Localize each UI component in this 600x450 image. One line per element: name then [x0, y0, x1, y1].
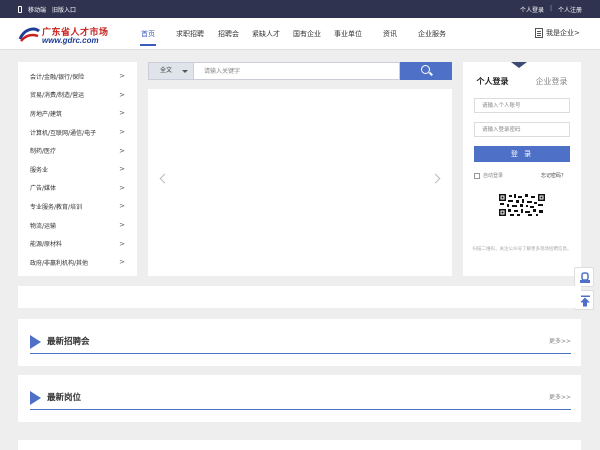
category-item[interactable]: 会计/金融/银行/保险 >: [18, 67, 137, 86]
nav-item-home[interactable]: 首页: [135, 18, 161, 50]
qr-tip-text: 扫描二维码，关注公众号了解更多现场招聘信息。: [472, 247, 572, 252]
nav-item-enterprise-service[interactable]: 企业服务: [412, 18, 452, 50]
forgot-password-link[interactable]: 忘记密码？: [541, 172, 566, 179]
section-divider: [30, 353, 571, 354]
chevron-right-icon: >: [119, 72, 125, 81]
section-title: 最新招聘会: [47, 337, 90, 347]
section-marker-icon: [30, 391, 41, 405]
top-bar: 移动端 旧版入口 个人登录 | 个人注册: [0, 0, 600, 18]
search-icon: [421, 65, 430, 74]
chevron-right-icon: >: [119, 239, 125, 248]
category-label: 房地产/建筑: [30, 110, 63, 118]
chevron-right-icon: >: [119, 109, 125, 118]
mobile-icon: [18, 6, 22, 13]
old-version-link[interactable]: 旧版入口: [52, 5, 76, 14]
company-entry-label: 我是企业>: [546, 29, 580, 37]
chevron-right-icon: >: [119, 90, 125, 99]
tab-company-login[interactable]: 企业登录: [536, 76, 568, 87]
chevron-right-icon: >: [119, 258, 125, 267]
nav-item-job-fair[interactable]: 招聘会: [212, 18, 245, 50]
search-scope-select[interactable]: 全文: [148, 62, 194, 80]
company-entry-button[interactable]: 我是企业>: [535, 28, 580, 38]
next-section: [18, 440, 581, 450]
category-item[interactable]: 制药/医疗 >: [18, 141, 137, 160]
chevron-right-icon: >: [119, 146, 125, 155]
headset-icon: [580, 272, 590, 283]
qr-code-icon: [499, 194, 545, 216]
search-input[interactable]: [194, 62, 400, 80]
main-nav: 首页 求职招聘 招聘会 紧缺人才 国有企业 事业单位 资讯 企业服务: [135, 18, 452, 50]
category-label: 贸易/消费/制造/营运: [30, 92, 85, 100]
search-button[interactable]: [400, 62, 452, 80]
search-scope-value: 全文: [160, 67, 173, 74]
chevron-right-icon: >: [119, 128, 125, 137]
nav-item-state-enterprise[interactable]: 国有企业: [287, 18, 327, 50]
category-item[interactable]: 服务业 >: [18, 160, 137, 179]
logo-en-text: www.gdrc.com: [42, 36, 99, 45]
building-icon: [535, 28, 543, 38]
category-item[interactable]: 计算机/互联网/通信/电子 >: [18, 123, 137, 142]
tab-personal-login[interactable]: 个人登录: [477, 76, 509, 87]
logo-emblem-icon: [18, 27, 40, 42]
category-panel: 会计/金融/银行/保险 > 贸易/消费/制造/营运 > 房地产/建筑 > 计算机/互联…: [18, 62, 137, 276]
nav-item-news[interactable]: 资讯: [377, 18, 403, 50]
category-item[interactable]: 物流/运输 >: [18, 216, 137, 235]
category-item[interactable]: 能源/原材料 >: [18, 234, 137, 253]
category-item[interactable]: 贸易/消费/制造/营运 >: [18, 86, 137, 105]
category-label: 能源/原材料: [30, 241, 63, 249]
personal-register-link[interactable]: 个人注册: [558, 5, 582, 14]
mobile-link[interactable]: 移动端: [28, 5, 46, 14]
login-panel: 个人登录 企业登录 登 录 自动登录 忘记密码？ 扫描二维码，关注公众号了解更多…: [463, 62, 581, 276]
more-link[interactable]: 更多>>: [549, 392, 571, 401]
section-divider: [30, 409, 571, 410]
category-label: 服务业: [30, 166, 49, 174]
section-title: 最新岗位: [47, 393, 82, 403]
category-label: 制药/医疗: [30, 148, 57, 156]
section-marker-icon: [30, 335, 41, 349]
more-link[interactable]: 更多>>: [549, 336, 571, 345]
category-label: 会计/金融/银行/保险: [30, 73, 85, 81]
password-field[interactable]: [474, 122, 570, 137]
service-button[interactable]: [574, 267, 594, 287]
category-label: 计算机/互联网/通信/电子: [30, 129, 97, 137]
auto-login-checkbox[interactable]: [474, 172, 480, 179]
nav-item-scarce-talent[interactable]: 紧缺人才: [246, 18, 286, 50]
category-label: 政府/非赢利机构/其他: [30, 259, 89, 267]
carousel-next-icon[interactable]: [430, 173, 441, 184]
category-label: 物流/运输: [30, 222, 57, 230]
category-label: 专业服务/教育/培训: [30, 203, 83, 211]
caret-down-icon: [182, 70, 188, 73]
category-item[interactable]: 房地产/建筑 >: [18, 104, 137, 123]
personal-login-link[interactable]: 个人登录: [520, 5, 544, 14]
login-button[interactable]: 登 录: [474, 146, 570, 162]
banner-carousel: [148, 89, 452, 276]
search-bar: 全文: [148, 62, 452, 80]
divider: |: [549, 5, 552, 12]
chevron-right-icon: >: [119, 202, 125, 211]
category-item[interactable]: 专业服务/教育/培训 >: [18, 197, 137, 216]
nav-item-jobs[interactable]: 求职招聘: [170, 18, 210, 50]
auto-login-label: 自动登录: [483, 173, 504, 179]
chevron-right-icon: >: [119, 221, 125, 230]
category-item[interactable]: 政府/非赢利机构/其他 >: [18, 253, 137, 272]
category-label: 广告/媒体: [30, 185, 57, 193]
chevron-right-icon: >: [119, 183, 125, 192]
header: 广东省人才市场 www.gdrc.com 首页 求职招聘 招聘会 紧缺人才 国有…: [0, 18, 600, 50]
chevron-right-icon: >: [119, 165, 125, 174]
category-item[interactable]: 广告/媒体 >: [18, 179, 137, 198]
job-fair-section: 最新招聘会 更多>>: [18, 319, 581, 366]
login-notch: [511, 62, 527, 68]
latest-jobs-section: 最新岗位 更多>>: [18, 375, 581, 422]
carousel-prev-icon[interactable]: [159, 173, 170, 184]
site-logo[interactable]: 广东省人才市场 www.gdrc.com: [18, 25, 108, 45]
username-field[interactable]: [474, 98, 570, 113]
content-strip: [18, 286, 581, 308]
nav-item-public-institution[interactable]: 事业单位: [328, 18, 368, 50]
